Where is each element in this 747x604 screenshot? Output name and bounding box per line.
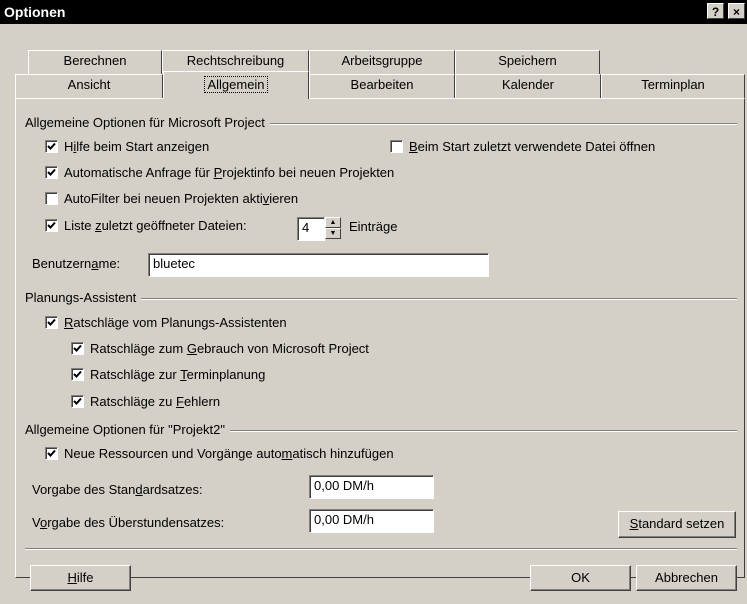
advice-scheduling-label[interactable]: Ratschläge zur Terminplanung: [90, 367, 265, 382]
advice-usage-label[interactable]: Ratschläge zum Gebrauch von Microsoft Pr…: [90, 341, 369, 356]
tab-label: Terminplan: [641, 77, 705, 92]
check-icon: [73, 344, 82, 352]
ot-rate-input[interactable]: 0,00 DM/h: [309, 509, 434, 533]
help-on-start-label[interactable]: Hilfe beim Start anzeigen: [64, 139, 209, 154]
group-title-planning: Planungs-Assistent: [25, 290, 142, 305]
group-title-project: Allgemeine Optionen für "Projekt2": [25, 422, 231, 437]
tab-speichern[interactable]: Speichern: [455, 50, 600, 74]
planning-advice-checkbox[interactable]: [45, 316, 58, 329]
username-input[interactable]: bluetec: [148, 253, 489, 277]
tab-terminplan[interactable]: Terminplan: [601, 74, 745, 99]
check-icon: [47, 318, 56, 326]
recent-files-count-input[interactable]: 4: [297, 217, 325, 241]
recent-files-checkbox[interactable]: [45, 219, 58, 232]
auto-projinfo-checkbox[interactable]: [45, 166, 58, 179]
autofilter-checkbox[interactable]: [45, 192, 58, 205]
tab-label: Rechtschreibung: [186, 53, 285, 68]
recent-files-label[interactable]: Liste zuletzt geöffneter Dateien:: [64, 218, 247, 233]
tab-label: Arbeitsgruppe: [341, 53, 423, 68]
advice-errors-checkbox[interactable]: [71, 395, 84, 408]
ot-rate-label: Vorgabe des Überstundensatzes:: [32, 515, 225, 530]
tab-label: Allgemein: [204, 76, 268, 93]
close-button[interactable]: ×: [728, 3, 745, 19]
tab-label: Kalender: [501, 77, 555, 92]
set-default-button[interactable]: Standard setzen: [618, 511, 736, 538]
open-last-file-label[interactable]: Beim Start zuletzt verwendete Datei öffn…: [409, 139, 655, 154]
username-label: Benutzername:: [32, 256, 121, 271]
check-icon: [47, 142, 56, 150]
check-icon: [73, 397, 82, 405]
check-icon: [47, 449, 56, 457]
help-button[interactable]: Hilfe: [30, 565, 131, 591]
tab-ansicht[interactable]: Ansicht: [15, 74, 163, 99]
autofilter-label[interactable]: AutoFilter bei neuen Projekten aktiviere…: [64, 191, 298, 206]
recent-files-suffix: Einträge: [349, 219, 398, 234]
planning-advice-label[interactable]: Ratschläge vom Planungs-Assistenten: [64, 315, 287, 330]
auto-add-checkbox[interactable]: [45, 447, 58, 460]
advice-scheduling-checkbox[interactable]: [71, 368, 84, 381]
title-bar: Optionen ? ×: [0, 0, 747, 24]
auto-projinfo-label[interactable]: Automatische Anfrage für Projektinfo bei…: [64, 165, 394, 180]
advice-usage-checkbox[interactable]: [71, 342, 84, 355]
tab-berechnen[interactable]: Berechnen: [28, 50, 162, 74]
options-dialog: Optionen ? × Berechnen Rechtschreibung A…: [0, 0, 747, 604]
tab-label: Ansicht: [67, 77, 111, 92]
cancel-button[interactable]: Abbrechen: [636, 565, 737, 591]
advice-errors-label[interactable]: Ratschläge zu Fehlern: [90, 394, 220, 409]
dialog-title: Optionen: [4, 4, 66, 20]
tab-label: Speichern: [498, 53, 557, 68]
check-icon: [73, 370, 82, 378]
help-on-start-checkbox[interactable]: [45, 140, 58, 153]
ok-button[interactable]: OK: [530, 565, 631, 591]
std-rate-input[interactable]: 0,00 DM/h: [309, 475, 434, 499]
open-last-file-checkbox[interactable]: [390, 140, 403, 153]
recent-files-spinner[interactable]: ▲ ▼: [325, 217, 341, 241]
tab-label: Bearbeiten: [350, 77, 414, 92]
tab-kalender[interactable]: Kalender: [455, 74, 601, 99]
spin-up-icon[interactable]: ▲: [325, 217, 341, 228]
check-icon: [47, 221, 56, 229]
button-separator: [25, 548, 737, 550]
std-rate-label: Vorgabe des Standardsatzes:: [32, 482, 203, 497]
tab-allgemein[interactable]: Allgemein: [163, 71, 309, 99]
tab-arbeitsgruppe[interactable]: Arbeitsgruppe: [309, 50, 455, 74]
auto-add-label[interactable]: Neue Ressourcen und Vorgänge automatisch…: [64, 446, 394, 461]
check-icon: [47, 168, 56, 176]
group-title-general: Allgemeine Optionen für Microsoft Projec…: [25, 115, 270, 130]
help-title-button[interactable]: ?: [707, 3, 724, 19]
spin-down-icon[interactable]: ▼: [325, 228, 341, 239]
tab-label: Berechnen: [63, 53, 127, 68]
tab-bearbeiten[interactable]: Bearbeiten: [309, 74, 455, 99]
